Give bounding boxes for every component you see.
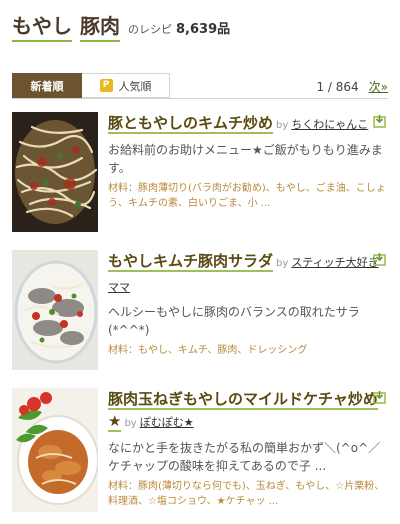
recipe-title-link[interactable]: 豚ともやしのキムチ炒め [108, 114, 274, 134]
recipe-title-block: 豚肉玉ねぎもやしのマイルドケチャ炒め★ by ぽむぽむ★ [108, 388, 388, 435]
tab-divider [12, 98, 388, 99]
recipe-description: なにかと手を抜きたがる私の簡単おかず＼(^o^／ケチャップの酸味を抑えてあるので… [108, 441, 381, 473]
tab-popular-label: 人気順 [118, 79, 152, 93]
page-indicator: 1 / 864 [316, 80, 359, 94]
save-recipe-icon[interactable] [373, 114, 386, 128]
save-recipe-icon[interactable] [373, 252, 386, 266]
recipe-ingredients: 材料：もやし、キムチ、豚肉、ドレッシング [108, 345, 308, 356]
pagination: 1 / 864 次» [316, 78, 388, 95]
recipe-label: のレシピ [128, 23, 172, 36]
premium-icon: P [99, 79, 113, 92]
by-label: by [276, 120, 289, 131]
recipe-title-block: もやしキムチ豚肉サラダ by スティッチ大好きママ [108, 250, 388, 299]
author-link[interactable]: ちくわにゃんこ [291, 118, 368, 131]
tab-popular[interactable]: P 人気順 [82, 73, 170, 98]
recipe-ingredients: 材料：豚肉(薄切りなら何でも)、玉ねぎ、もやし、☆片栗粉、料理酒、☆塩コショウ、… [108, 481, 385, 507]
sort-bar: 新着順 P 人気順 1 / 864 次» [12, 73, 388, 99]
recipe-body: 豚ともやしのキムチ炒め by ちくわにゃんこ お給料前のお助けメニュー★ご飯がもりも… [108, 112, 388, 211]
keyword-pork[interactable]: 豚肉 [80, 14, 120, 42]
recipe-description: お給料前のお助けメニュー★ご飯がもりもり進みます。 [108, 143, 383, 175]
recipe-item: もやしキムチ豚肉サラダ by スティッチ大好きママ ヘルシーもやしに豚肉のバランスの… [12, 250, 388, 370]
recipe-thumbnail[interactable] [12, 388, 98, 512]
by-label: by [124, 418, 137, 429]
recipe-body: 豚肉玉ねぎもやしのマイルドケチャ炒め★ by ぽむぽむ★ なにかと手を抜きたがる私の… [108, 388, 388, 509]
by-label: by [276, 258, 289, 269]
search-header: もやし 豚肉 のレシピ 8,639品 [12, 14, 388, 48]
author-link[interactable]: ぽむぽむ★ [140, 416, 194, 429]
recipe-ingredients: 材料：豚肉薄切り(バラ肉がお勧め)、もやし、ごま油、こしょう、キムチの素、白いり… [108, 183, 386, 209]
recipe-description: ヘルシーもやしに豚肉のバランスの取れたサラ(*^^*) [108, 305, 360, 337]
recipe-item: 豚肉玉ねぎもやしのマイルドケチャ炒め★ by ぽむぽむ★ なにかと手を抜きたがる私の… [12, 388, 388, 512]
recipe-title-link[interactable]: もやしキムチ豚肉サラダ [108, 252, 274, 272]
recipe-body: もやしキムチ豚肉サラダ by スティッチ大好きママ ヘルシーもやしに豚肉のバランスの… [108, 250, 388, 358]
next-page-link[interactable]: 次» [369, 80, 388, 94]
recipe-count: 8,639品 [176, 22, 231, 37]
recipe-thumbnail[interactable] [12, 112, 98, 232]
save-recipe-icon[interactable] [373, 390, 386, 404]
recipe-item: 豚ともやしのキムチ炒め by ちくわにゃんこ お給料前のお助けメニュー★ご飯がもりも… [12, 112, 388, 232]
recipe-thumbnail[interactable] [12, 250, 98, 370]
keyword-moyashi[interactable]: もやし [12, 14, 72, 42]
recipe-title-block: 豚ともやしのキムチ炒め by ちくわにゃんこ [108, 112, 388, 137]
tab-newest[interactable]: 新着順 [12, 73, 82, 98]
